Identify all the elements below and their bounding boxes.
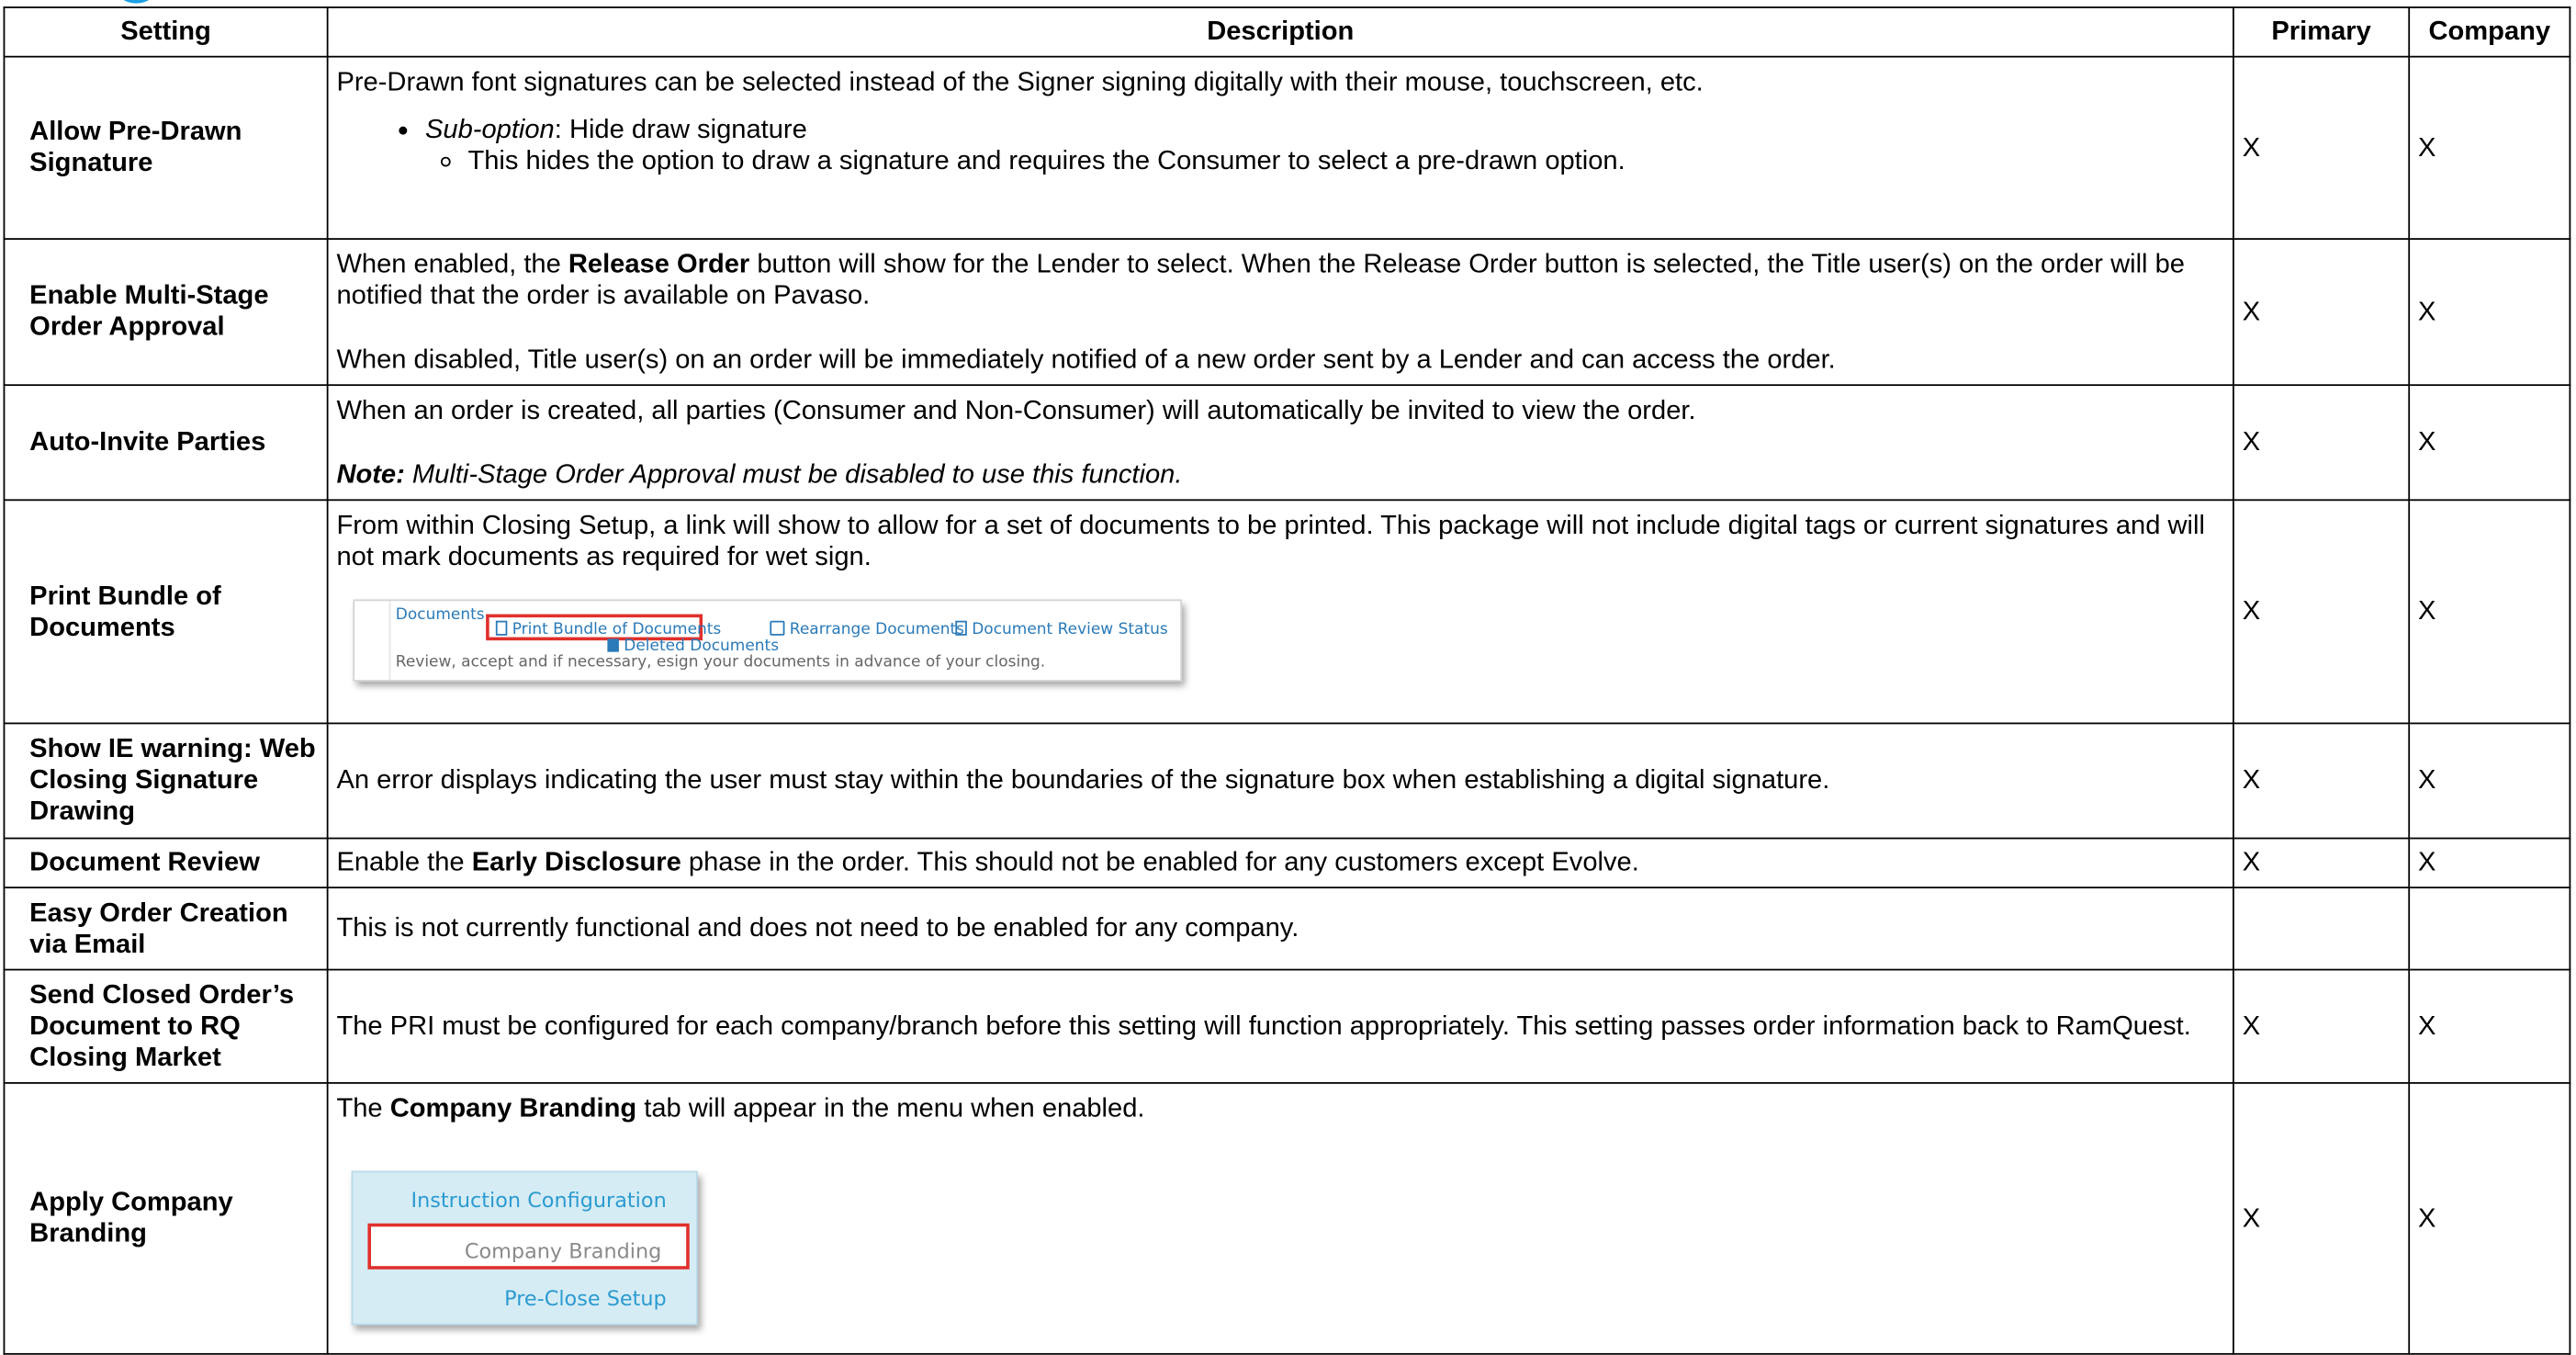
- branding-menu-screenshot: Instruction Configuration Company Brandi…: [351, 1170, 698, 1326]
- divider: [388, 601, 391, 681]
- setting-description: Pre-Drawn font signatures can be selecte…: [326, 55, 2234, 240]
- description-paragraph: When an order is created, all parties (C…: [336, 394, 1696, 425]
- table-row: Enable Multi-Stage Order Approval When e…: [3, 238, 2571, 387]
- setting-description: When enabled, the Release Order button w…: [326, 238, 2234, 387]
- company-mark: X: [2408, 968, 2571, 1084]
- text-span: tab will appear in the menu when enabled…: [636, 1093, 1145, 1124]
- company-mark: X: [2408, 499, 2571, 725]
- table-row: Auto-Invite Parties When an order is cre…: [3, 384, 2571, 502]
- primary-mark: X: [2233, 499, 2411, 725]
- company-mark: X: [2408, 1081, 2571, 1355]
- option-list: Sub-option: Hide draw signature This hid…: [336, 115, 2224, 177]
- company-mark: X: [2408, 384, 2571, 502]
- setting-name: Apply Company Branding: [3, 1081, 329, 1355]
- header-accent-shape: [118, 0, 155, 4]
- company-mark: X: [2408, 238, 2571, 387]
- primary-mark: X: [2233, 384, 2411, 502]
- documents-link: Documents: [395, 605, 485, 625]
- table-row: Apply Company Branding The Company Brand…: [3, 1081, 2571, 1355]
- review-status-label: Document Review Status: [972, 620, 1168, 639]
- primary-mark: X: [2233, 238, 2411, 387]
- table-row: Print Bundle of Documents From within Cl…: [3, 499, 2571, 725]
- print-bundle-label: Print Bundle of Documents: [512, 620, 722, 639]
- list-item: Sub-option: Hide draw signature This hid…: [425, 115, 2224, 177]
- table-row: Easy Order Creation via Email This is no…: [3, 886, 2571, 971]
- note-label: Note:: [336, 458, 405, 489]
- description-paragraph: The Company Branding tab will appear in …: [336, 1094, 2224, 1125]
- setting-name: Print Bundle of Documents: [3, 499, 329, 725]
- menu-item-pre-close-setup: Pre-Close Setup: [504, 1285, 667, 1311]
- rearrange-documents-link: Rearrange Documents: [770, 620, 964, 639]
- setting-name: Auto-Invite Parties: [3, 384, 329, 502]
- setting-name: Show IE warning: Web Closing Signature D…: [3, 722, 329, 840]
- primary-mark: X: [2233, 968, 2411, 1084]
- rearrange-label: Rearrange Documents: [789, 620, 964, 639]
- column-header-setting: Setting: [3, 6, 329, 58]
- document-icon: [495, 620, 508, 636]
- bold-term: Early Disclosure: [471, 847, 681, 877]
- setting-description: From within Closing Setup, a link will s…: [326, 499, 2234, 725]
- documents-screenshot: Documents Print Bundle of Documents Dele…: [353, 599, 1183, 682]
- text-span: Enable the: [336, 847, 472, 877]
- documents-hint-text: Review, accept and if necessary, esign y…: [395, 653, 1046, 672]
- description-paragraph: From within Closing Setup, a link will s…: [336, 510, 2205, 572]
- setting-description: This is not currently functional and doe…: [326, 886, 2234, 971]
- setting-name: Document Review: [3, 837, 329, 889]
- description-paragraph: When enabled, the Release Order button w…: [336, 249, 2224, 311]
- bold-term: Release Order: [568, 248, 750, 278]
- setting-description: The Company Branding tab will appear in …: [326, 1081, 2234, 1355]
- setting-description: Enable the Early Disclosure phase in the…: [326, 837, 2234, 889]
- table-row: Allow Pre-Drawn Signature Pre-Drawn font…: [3, 55, 2571, 240]
- list-item: This hides the option to draw a signatur…: [467, 146, 2224, 177]
- primary-mark: X: [2233, 55, 2411, 240]
- note-text: Multi-Stage Order Approval must be disab…: [404, 458, 1183, 489]
- setting-name: Easy Order Creation via Email: [3, 886, 329, 971]
- text-span: The: [336, 1093, 390, 1124]
- company-mark: X: [2408, 55, 2571, 240]
- setting-name: Enable Multi-Stage Order Approval: [3, 238, 329, 387]
- setting-name: Allow Pre-Drawn Signature: [3, 55, 329, 240]
- sub-option-text: : Hide draw signature: [554, 115, 807, 145]
- column-header-primary: Primary: [2233, 6, 2411, 58]
- settings-table: Setting Description Primary Company Allo…: [3, 6, 2571, 1355]
- deleted-documents-link: Deleted Documents: [607, 637, 780, 656]
- text-span: When enabled, the: [336, 248, 568, 278]
- header-row: Setting Description Primary Company: [3, 6, 2571, 58]
- deleted-label: Deleted Documents: [624, 637, 780, 656]
- table-row: Document Review Enable the Early Disclos…: [3, 837, 2571, 889]
- primary-mark: X: [2233, 722, 2411, 840]
- primary-mark: X: [2233, 837, 2411, 889]
- sub-option-list: This hides the option to draw a signatur…: [425, 146, 2224, 177]
- setting-description: When an order is created, all parties (C…: [326, 384, 2234, 502]
- description-paragraph: Pre-Drawn font signatures can be selecte…: [336, 67, 1704, 97]
- menu-item-instruction-configuration: Instruction Configuration: [411, 1187, 667, 1213]
- table-row: Show IE warning: Web Closing Signature D…: [3, 722, 2571, 840]
- document-review-status-link: Document Review Status: [955, 620, 1168, 639]
- sub-option-label: Sub-option: [424, 115, 555, 145]
- setting-description: An error displays indicating the user mu…: [326, 722, 2234, 840]
- company-mark: X: [2408, 837, 2571, 889]
- company-mark: [2408, 886, 2571, 971]
- trash-icon: [607, 638, 619, 652]
- menu-item-company-branding-highlighted: Company Branding: [367, 1223, 690, 1270]
- document-icon: [955, 620, 967, 636]
- edit-icon: [770, 620, 785, 636]
- setting-description: The PRI must be configured for each comp…: [326, 968, 2234, 1084]
- column-header-company: Company: [2408, 6, 2571, 58]
- company-mark: X: [2408, 722, 2571, 840]
- note-paragraph: Note: Multi-Stage Order Approval must be…: [336, 459, 2224, 491]
- primary-mark: [2233, 886, 2411, 971]
- table-row: Send Closed Order’s Document to RQ Closi…: [3, 968, 2571, 1084]
- primary-mark: X: [2233, 1081, 2411, 1355]
- column-header-description: Description: [326, 6, 2234, 58]
- description-paragraph: When disabled, Title user(s) on an order…: [336, 344, 1836, 374]
- text-span: phase in the order. This should not be e…: [681, 847, 1639, 877]
- bold-term: Company Branding: [389, 1093, 637, 1124]
- setting-name: Send Closed Order’s Document to RQ Closi…: [3, 968, 329, 1084]
